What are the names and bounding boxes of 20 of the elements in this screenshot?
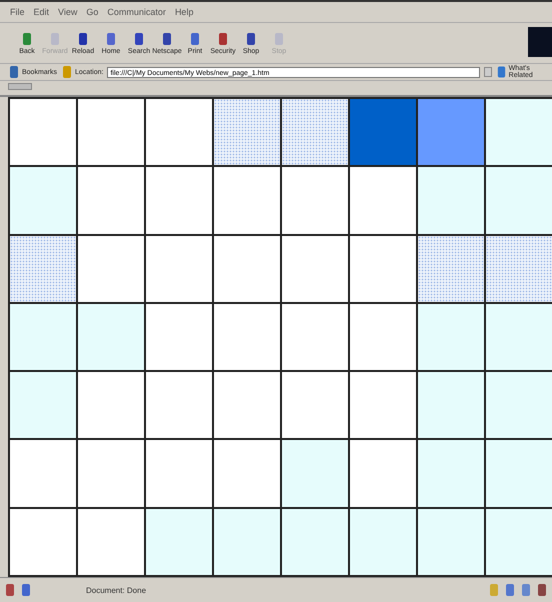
dropdown-button[interactable] (484, 67, 492, 77)
toolbar-icon (217, 32, 229, 46)
toolbar-icon (189, 32, 201, 46)
toolbar-icon (105, 32, 117, 46)
menu-item[interactable]: View (58, 7, 78, 17)
toolbar-icon (161, 32, 173, 46)
menu-item[interactable]: Edit (34, 7, 50, 17)
menu-item[interactable]: Go (86, 7, 98, 17)
status-text: Document: Done (86, 586, 148, 594)
toolbar-icon (133, 32, 145, 46)
menu-item[interactable]: Help (174, 7, 194, 17)
toolbar-icon (245, 32, 257, 46)
menu-item[interactable]: File (10, 7, 25, 17)
toolbar-icon (273, 32, 285, 46)
menu-item[interactable]: Communicator (107, 7, 166, 17)
collapse-tab[interactable] (8, 83, 32, 90)
toolbar-icon (49, 32, 61, 46)
logo-icon (528, 27, 552, 57)
toolbar-icon (21, 32, 33, 46)
toolbar-icon (77, 32, 89, 46)
